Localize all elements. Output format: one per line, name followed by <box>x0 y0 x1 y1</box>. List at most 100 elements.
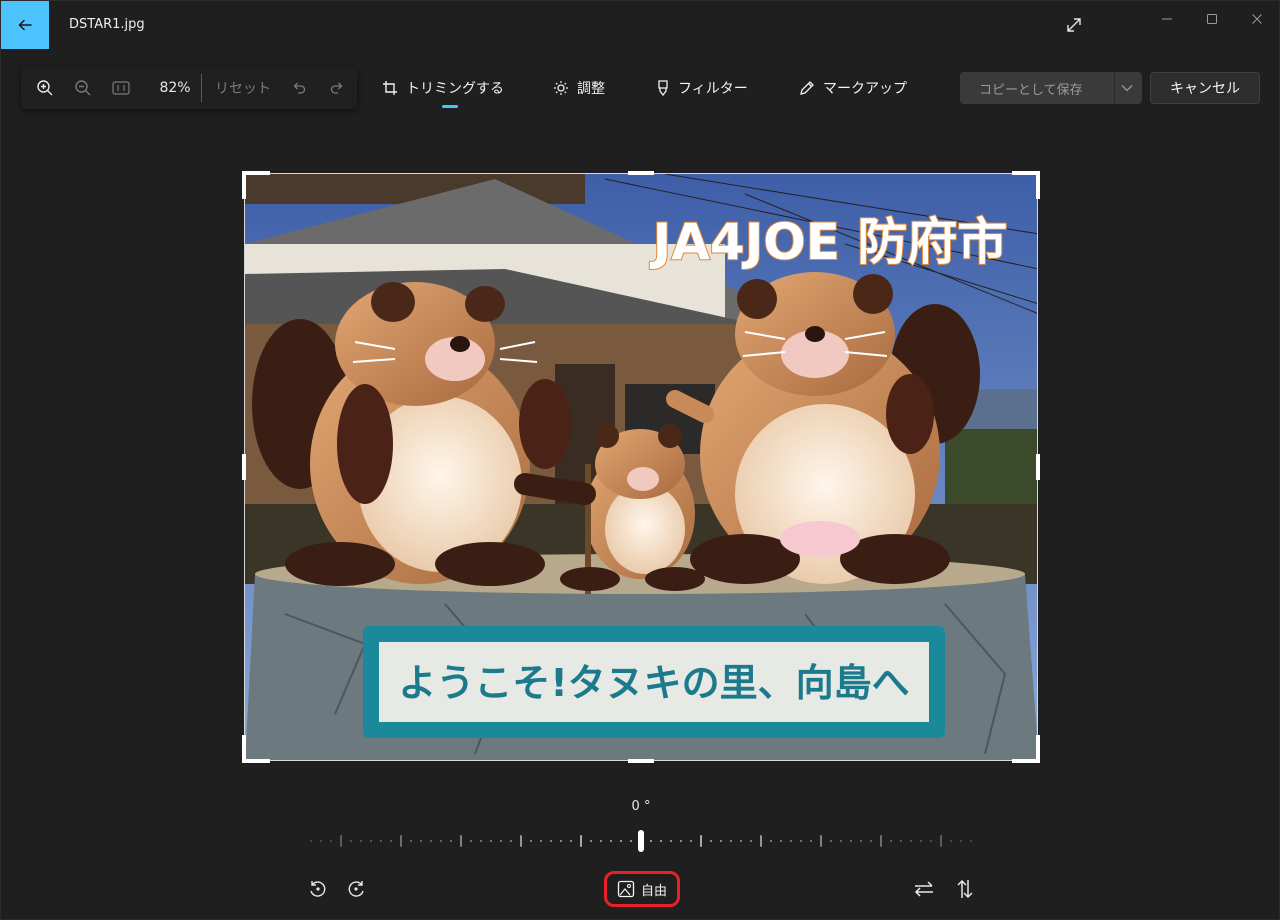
rotation-slider-thumb[interactable] <box>638 830 644 852</box>
rotation-tick-minor <box>620 840 622 842</box>
save-as-copy-button[interactable]: コピーとして保存 <box>960 72 1142 104</box>
redo-button[interactable] <box>321 67 353 109</box>
rotation-tick-minor <box>360 840 362 842</box>
rotation-angle-label: 0 ° <box>631 799 651 814</box>
crop-handle-bottom-left-v[interactable] <box>242 735 246 763</box>
chevron-down-icon <box>1121 85 1133 92</box>
rotation-tick-minor <box>470 840 472 842</box>
tab-adjust[interactable]: 調整 <box>553 67 605 109</box>
minimize-button[interactable] <box>1153 9 1181 29</box>
rotation-tick-minor <box>870 840 872 842</box>
fullscreen-button[interactable] <box>1064 15 1084 35</box>
flip-horizontal-button[interactable] <box>908 873 940 905</box>
rotation-tick-minor <box>350 840 352 842</box>
crop-handle-bottom-left[interactable] <box>242 759 270 763</box>
rotation-tick-minor <box>630 840 632 842</box>
save-options-dropdown[interactable] <box>1114 72 1139 104</box>
rotation-tick-minor <box>480 840 482 842</box>
rotation-tick-minor <box>840 840 842 842</box>
rotation-tick-minor <box>750 840 752 842</box>
rotation-tick-minor <box>600 840 602 842</box>
rotation-tick-minor <box>450 840 452 842</box>
crop-handle-right[interactable] <box>1036 454 1040 480</box>
back-button[interactable] <box>1 1 49 49</box>
crop-handle-top-left[interactable] <box>242 171 270 175</box>
rotation-tick-minor <box>430 840 432 842</box>
brightness-icon <box>554 81 568 95</box>
rotate-right-button[interactable] <box>341 873 373 905</box>
rotation-tick-minor <box>830 840 832 842</box>
rotation-tick-major <box>580 835 582 847</box>
title-bar: DSTAR1.jpg <box>1 1 1280 49</box>
rotation-tick-minor <box>690 840 692 842</box>
aspect-ratio-icon <box>617 880 635 898</box>
rotation-tick-minor <box>960 840 962 842</box>
crop-handle-left[interactable] <box>242 454 246 480</box>
rotate-right-icon <box>348 881 364 897</box>
rotation-tick-minor <box>810 840 812 842</box>
rotation-tick-minor <box>310 840 312 842</box>
actual-size-icon <box>112 81 130 95</box>
rotation-tick-minor <box>780 840 782 842</box>
close-button[interactable] <box>1243 9 1271 29</box>
tab-markup[interactable]: マークアップ <box>799 67 907 109</box>
rotation-tick-minor <box>490 840 492 842</box>
expand-icon <box>1067 18 1081 32</box>
rotation-tick-major <box>760 835 762 847</box>
rotation-tick-major <box>460 835 462 847</box>
crop-handle-bottom-right-v[interactable] <box>1036 735 1040 763</box>
zoom-in-button[interactable] <box>29 67 61 109</box>
markup-pen-icon <box>800 81 814 95</box>
rotation-tick-minor <box>800 840 802 842</box>
zoom-toolbar: 82% リセット <box>21 67 357 109</box>
actual-size-button[interactable] <box>105 67 137 109</box>
cancel-button[interactable]: キャンセル <box>1150 72 1260 104</box>
sign-text: ようこそ!タヌキの里、向島へ <box>398 661 909 705</box>
aspect-ratio-label: 自由 <box>640 883 667 899</box>
tab-filter[interactable]: フィルター <box>656 67 748 109</box>
rotation-tick-minor <box>660 840 662 842</box>
rotation-tick-major <box>340 835 342 847</box>
arrow-left-icon <box>18 19 32 31</box>
filter-icon <box>658 80 668 96</box>
rotate-left-button[interactable] <box>301 873 333 905</box>
rotation-tick-minor <box>720 840 722 842</box>
rotation-tick-minor <box>540 840 542 842</box>
flip-vertical-button[interactable] <box>949 873 981 905</box>
tab-adjust-label: 調整 <box>577 81 605 97</box>
crop-handle-top-left-v[interactable] <box>242 171 246 199</box>
maximize-icon <box>1207 14 1217 24</box>
tab-crop[interactable]: トリミングする <box>382 67 504 109</box>
rotation-tick-major <box>520 835 522 847</box>
rotation-tick-minor <box>670 840 672 842</box>
rotation-tick-major <box>880 835 882 847</box>
zoom-out-icon <box>75 80 91 96</box>
reset-button[interactable]: リセット <box>211 67 275 109</box>
zoom-out-button[interactable] <box>67 67 99 109</box>
rotation-tick-minor <box>420 840 422 842</box>
window-title: DSTAR1.jpg <box>69 17 145 32</box>
rotation-tick-minor <box>770 840 772 842</box>
rotation-tick-minor <box>370 840 372 842</box>
undo-button[interactable] <box>283 67 315 109</box>
rotation-tick-minor <box>530 840 532 842</box>
maximize-button[interactable] <box>1198 9 1226 29</box>
zoom-level[interactable]: 82% <box>153 67 197 109</box>
rotation-tick-minor <box>410 840 412 842</box>
aspect-ratio-button[interactable]: 自由 <box>604 871 680 907</box>
crop-icon <box>383 81 397 95</box>
rotation-tick-minor <box>900 840 902 842</box>
crop-handle-top[interactable] <box>628 171 654 175</box>
rotation-tick-minor <box>560 840 562 842</box>
crop-handle-bottom[interactable] <box>628 759 654 763</box>
photo-canvas[interactable]: ようこそ!タヌキの里、向島へ JA4JOE 防府市 <box>244 173 1038 761</box>
minimize-icon <box>1162 18 1172 20</box>
rotation-tick-major <box>820 835 822 847</box>
rotation-tick-minor <box>440 840 442 842</box>
active-tab-indicator <box>442 105 458 108</box>
rotation-tick-minor <box>910 840 912 842</box>
rotation-tick-minor <box>320 840 322 842</box>
rotation-tick-minor <box>570 840 572 842</box>
crop-handle-top-right-v[interactable] <box>1036 171 1040 199</box>
rotation-slider[interactable] <box>301 829 981 853</box>
